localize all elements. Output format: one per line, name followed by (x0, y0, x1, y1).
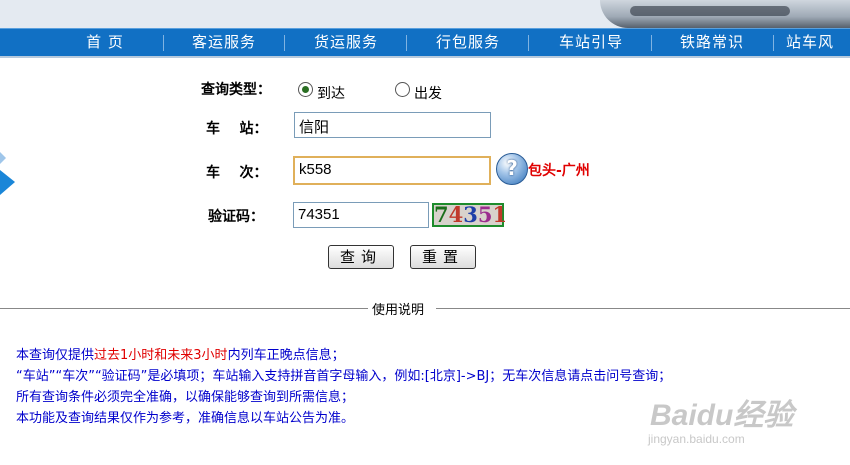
instruction-line-3: 所有查询条件必须完全准确，以确保能够查询到所需信息； (16, 390, 355, 405)
main-nav: 首 页 客运服务 货运服务 行包服务 车站引导 铁路常识 站车风 (0, 28, 850, 57)
nav-separator (284, 35, 285, 51)
nav-separator (651, 35, 652, 51)
captcha-char: 5 (477, 202, 493, 227)
instruction-line-4: 本功能及查询结果仅作为参考，准确信息以车站公告为准。 (16, 411, 355, 426)
captcha-char: 7 (434, 202, 449, 227)
instructions-text: 本查询仅提供过去1小时和未来3小时内列车正晚点信息； “车站”“车次”“验证码”… (16, 345, 671, 429)
captcha-input[interactable]: 74351 (293, 202, 429, 228)
nav-item-station-guide[interactable]: 车站引导 (543, 29, 639, 56)
captcha-char: 4 (448, 202, 464, 227)
train-window-strip (630, 6, 790, 16)
nav-separator (406, 35, 407, 51)
watermark-url: jingyan.baidu.com (648, 432, 745, 446)
instructions-title: 使用说明 (372, 303, 425, 318)
nav-item-railway-knowledge[interactable]: 铁路常识 (664, 29, 760, 56)
radio-departure-label[interactable]: 出发 (414, 83, 442, 103)
radio-departure[interactable] (395, 82, 410, 97)
train-route-text: 包头-广州 (528, 163, 590, 179)
nav-separator (163, 35, 164, 51)
captcha-text: 74351 (434, 202, 507, 227)
station-label: 车 站： (206, 121, 268, 137)
header-banner (0, 0, 850, 28)
help-question-icon[interactable]: ? (496, 153, 528, 185)
divider-left (0, 308, 368, 309)
instruction-1-part-a: 本查询仅提供 (16, 348, 95, 363)
captcha-label: 验证码： (208, 209, 264, 225)
nav-item-parcel[interactable]: 行包服务 (420, 29, 516, 56)
divider-right (436, 308, 850, 309)
query-button[interactable]: 查询 (328, 245, 394, 269)
nav-item-freight[interactable]: 货运服务 (298, 29, 394, 56)
nav-item-station-train[interactable]: 站车风 (786, 29, 850, 56)
instruction-1-highlight: 过去1小时和未来3小时 (94, 348, 228, 363)
radio-arrival[interactable] (298, 82, 313, 97)
nav-separator (773, 35, 774, 51)
train-number-input[interactable]: k558 (293, 156, 491, 185)
captcha-image[interactable]: 74351 (432, 202, 507, 227)
nav-separator (528, 35, 529, 51)
instruction-line-1: 本查询仅提供过去1小时和未来3小时内列车正晚点信息； (16, 345, 671, 366)
captcha-char: 1 (492, 202, 508, 227)
side-arrow-icon (0, 152, 15, 195)
instruction-line-2: “车站”“车次”“验证码”是必填项；车站输入支持拼音首字母输入，例如:[北京]-… (16, 369, 672, 384)
reset-button[interactable]: 重置 (410, 245, 476, 269)
watermark-logo-text: Baidu经验 (650, 399, 794, 432)
radio-arrival-label[interactable]: 到达 (317, 83, 345, 103)
query-type-label: 查询类型： (201, 82, 271, 98)
instruction-1-part-c: 内列车正晚点信息； (227, 348, 345, 363)
nav-item-passenger[interactable]: 客运服务 (176, 29, 272, 56)
nav-underline (0, 56, 850, 58)
captcha-char: 3 (463, 202, 478, 227)
question-mark: ? (506, 156, 518, 180)
radio-selected-dot (302, 86, 309, 93)
nav-item-home[interactable]: 首 页 (60, 29, 150, 56)
baidu-watermark: Baidu经验 jingyan.baidu.com (648, 390, 828, 450)
station-input[interactable]: 信阳 (294, 112, 491, 138)
train-number-label: 车 次： (206, 165, 268, 181)
